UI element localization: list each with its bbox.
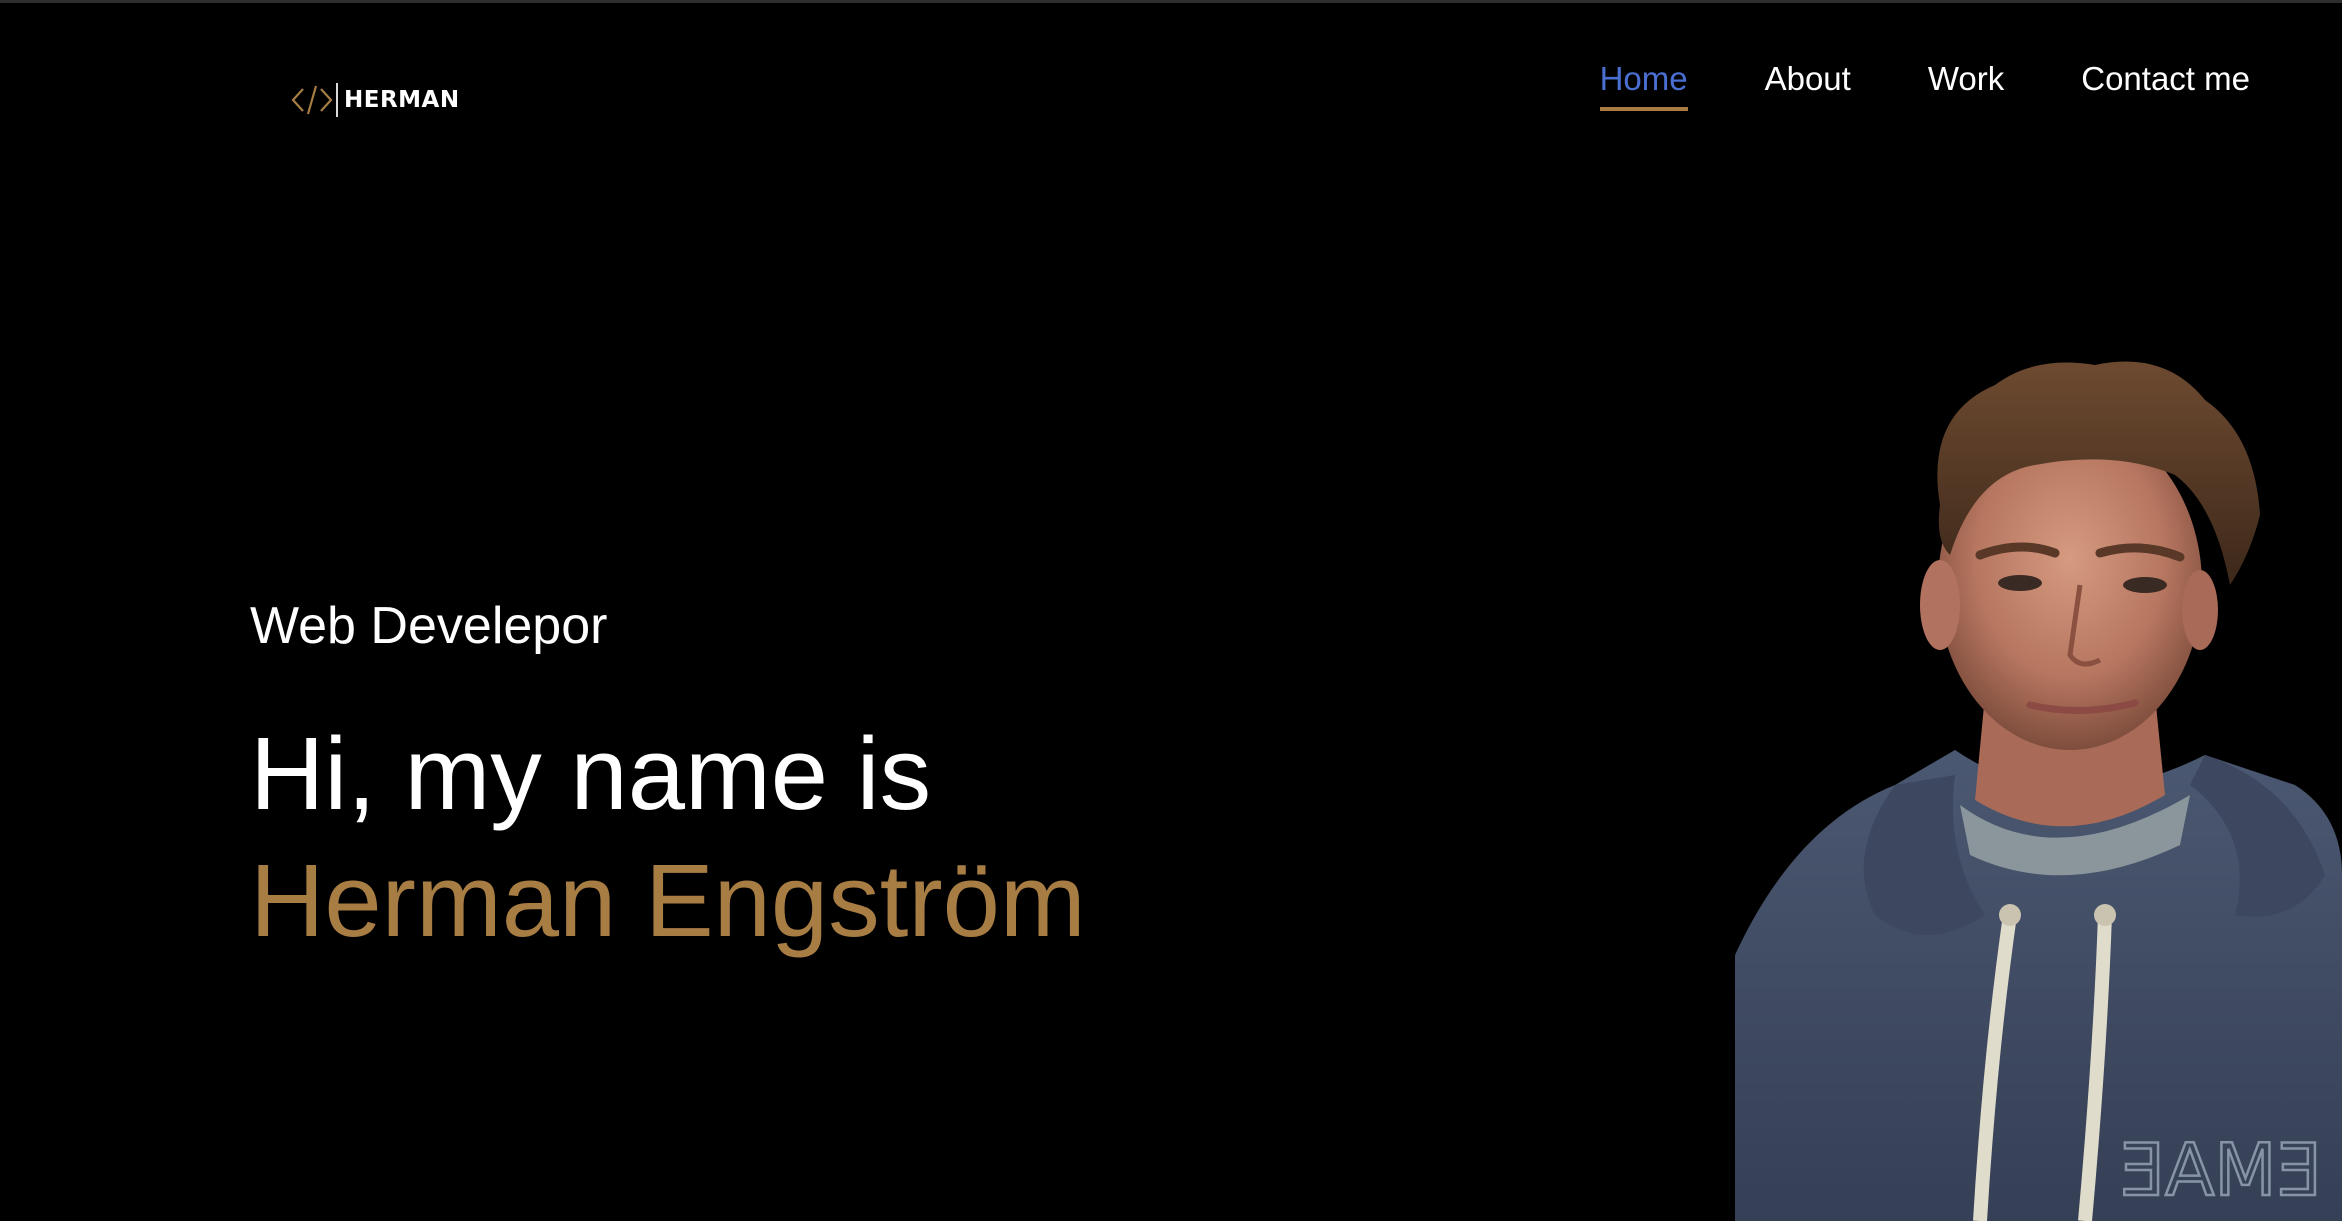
name-text: Herman Engström [250, 843, 1086, 958]
logo-text: HERMAN [344, 87, 460, 113]
logo-divider [336, 83, 338, 117]
role-subtitle: Web Develepor [250, 597, 608, 655]
hoodie-print: EMAE [2120, 1128, 2322, 1212]
top-border [0, 0, 2342, 3]
hero-heading: Hi, my name is Herman Engström [250, 710, 1086, 964]
nav-link-home[interactable]: Home [1599, 61, 1688, 111]
nav-link-about[interactable]: About [1765, 61, 1851, 111]
greeting-text: Hi, my name is [250, 716, 932, 831]
portrait-illustration: EMAE [1735, 361, 2342, 1221]
main-nav: Home About Work Contact me [1599, 61, 2250, 111]
code-brackets-icon [291, 85, 333, 115]
logo-link[interactable]: HERMAN [290, 80, 460, 120]
portrait-photo: EMAE [1735, 355, 2342, 1221]
nav-link-work[interactable]: Work [1928, 61, 2004, 111]
nav-link-contact[interactable]: Contact me [2081, 61, 2250, 111]
